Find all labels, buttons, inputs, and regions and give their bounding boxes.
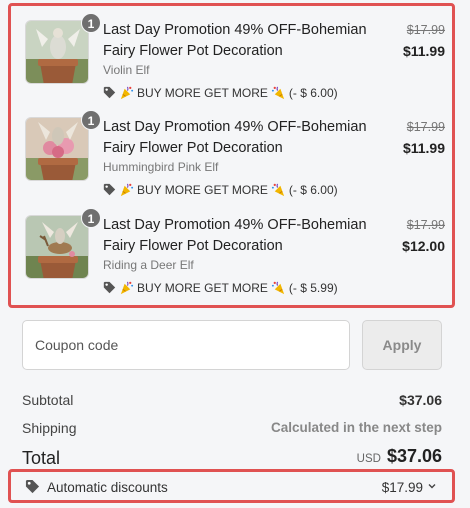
promo-line: BUY MORE GET MORE (- $ 5.99) xyxy=(103,280,338,295)
party-popper-icon xyxy=(271,280,286,295)
promo-discount: (- $ 6.00) xyxy=(288,85,338,100)
automatic-discounts-label: Automatic discounts xyxy=(47,480,168,495)
tag-icon xyxy=(103,281,116,294)
promo-line: BUY MORE GET MORE (- $ 6.00) xyxy=(103,85,338,100)
coupon-code-input[interactable] xyxy=(22,320,350,370)
shipping-value: Calculated in the next step xyxy=(270,420,442,435)
product-thumbnail[interactable] xyxy=(25,20,89,84)
apply-coupon-button[interactable]: Apply xyxy=(362,320,442,370)
chevron-down-icon xyxy=(426,480,438,495)
shipping-label: Shipping xyxy=(22,420,77,436)
quantity-badge: 1 xyxy=(81,110,101,130)
original-price: $17.99 xyxy=(406,23,445,37)
total-amount-group: USD $37.06 xyxy=(357,446,442,467)
total-label: Total xyxy=(22,448,61,468)
promo-label: BUY MORE GET MORE xyxy=(137,280,268,295)
party-popper-icon xyxy=(119,182,134,197)
subtotal-row: Subtotal $37.06 xyxy=(22,392,442,408)
tag-icon xyxy=(103,86,116,99)
automatic-discounts-value: $17.99 xyxy=(381,480,423,495)
automatic-discounts-value-group: $17.99 xyxy=(382,480,438,495)
party-popper-icon xyxy=(271,182,286,197)
product-thumbnail[interactable] xyxy=(25,117,89,181)
product-title[interactable]: Last Day Promotion 49% OFF-Bohemian Fair… xyxy=(103,215,393,257)
quantity-badge: 1 xyxy=(81,13,101,33)
promo-discount: (- $ 6.00) xyxy=(288,182,338,197)
quantity-badge: 1 xyxy=(81,208,101,228)
subtotal-label: Subtotal xyxy=(22,392,74,408)
party-popper-icon xyxy=(119,85,134,100)
product-variant: Violin Elf xyxy=(103,63,150,77)
sale-price: $11.99 xyxy=(402,140,445,156)
promo-discount: (- $ 5.99) xyxy=(288,280,338,295)
automatic-discounts-toggle[interactable]: Automatic discounts $17.99 xyxy=(8,469,455,503)
currency-code: USD xyxy=(356,453,381,465)
sale-price: $12.00 xyxy=(402,238,445,254)
cart-item: 1 Last Day Promotion 49% OFF-Bohemian Fa… xyxy=(25,110,445,202)
party-popper-icon xyxy=(119,280,134,295)
product-title[interactable]: Last Day Promotion 49% OFF-Bohemian Fair… xyxy=(103,117,393,159)
tag-icon xyxy=(25,479,40,499)
tag-icon xyxy=(103,183,116,196)
cart-items-panel: 1 Last Day Promotion 49% OFF-Bohemian Fa… xyxy=(8,3,455,308)
shipping-row: Shipping Calculated in the next step xyxy=(22,420,442,436)
original-price: $17.99 xyxy=(406,120,445,134)
product-variant: Hummingbird Pink Elf xyxy=(103,160,219,174)
cart-item: 1 Last Day Promotion 49% OFF-Bohemian Fa… xyxy=(25,13,445,105)
original-price: $17.99 xyxy=(406,218,445,232)
total-value: $37.06 xyxy=(386,446,442,466)
sale-price: $11.99 xyxy=(402,43,445,59)
promo-line: BUY MORE GET MORE (- $ 6.00) xyxy=(103,182,338,197)
party-popper-icon xyxy=(271,85,286,100)
cart-item: 1 Last Day Promotion 49% OFF-Bohemian Fa… xyxy=(25,208,445,300)
product-title[interactable]: Last Day Promotion 49% OFF-Bohemian Fair… xyxy=(103,20,393,62)
product-thumbnail[interactable] xyxy=(25,215,89,279)
promo-label: BUY MORE GET MORE xyxy=(137,85,268,100)
product-variant: Riding a Deer Elf xyxy=(103,258,194,272)
subtotal-value: $37.06 xyxy=(399,392,442,408)
promo-label: BUY MORE GET MORE xyxy=(137,182,268,197)
